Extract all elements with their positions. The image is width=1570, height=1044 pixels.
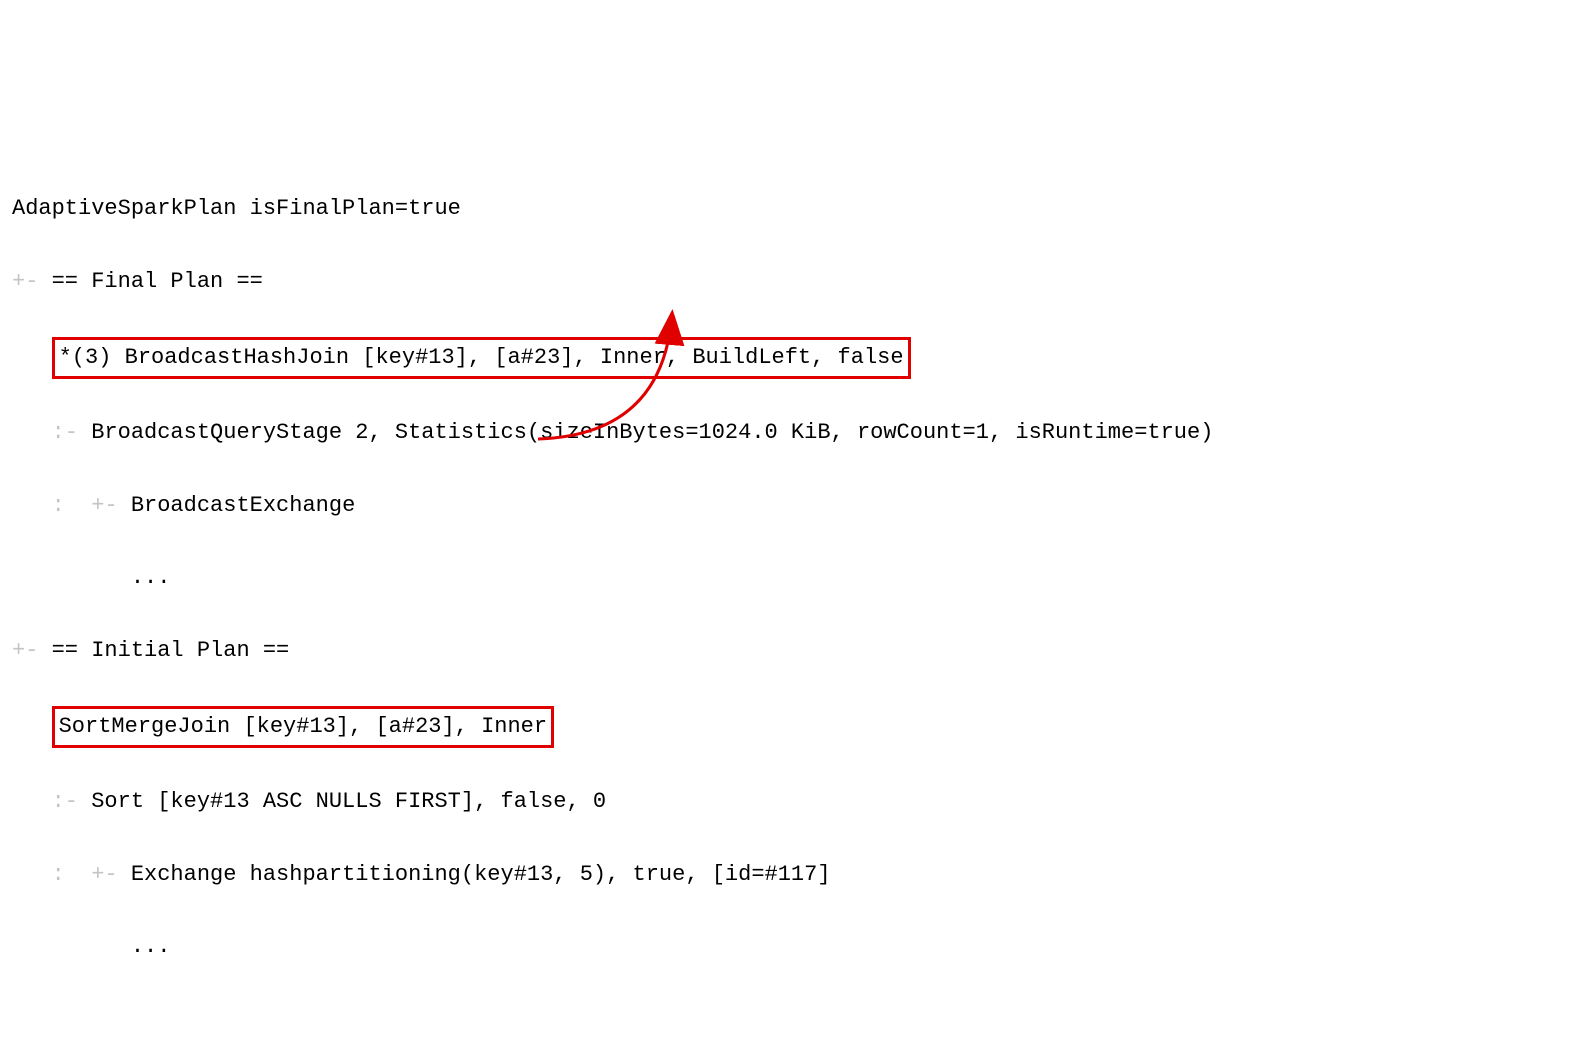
tree-connector: : +- (12, 493, 131, 518)
plan-line-sort: :- Sort [key#13 ASC NULLS FIRST], false,… (12, 784, 1558, 820)
tree-connector (12, 714, 52, 739)
plan-line-broadcast-join: *(3) BroadcastHashJoin [key#13], [a#23],… (12, 337, 1558, 379)
plan-line-ellipsis: ... (12, 560, 1558, 596)
plan-text: == Initial Plan == (52, 638, 290, 663)
highlight-broadcast-join: *(3) BroadcastHashJoin [key#13], [a#23],… (52, 337, 911, 379)
plan-text: BroadcastQueryStage 2, Statistics(sizeIn… (91, 420, 1213, 445)
query-plan-output: AdaptiveSparkPlan isFinalPlan=true +- ==… (12, 155, 1558, 1044)
plan-line-broadcast-exchange: : +- BroadcastExchange (12, 488, 1558, 524)
tree-connector: :- (12, 789, 91, 814)
plan-text: BroadcastExchange (131, 493, 355, 518)
plan-line-sortmerge-join: SortMergeJoin [key#13], [a#23], Inner (12, 706, 1558, 748)
plan-line-ellipsis-2: ... (12, 929, 1558, 965)
plan-text: Sort [key#13 ASC NULLS FIRST], false, 0 (91, 789, 606, 814)
plan-line-exchange: : +- Exchange hashpartitioning(key#13, 5… (12, 857, 1558, 893)
plan-text: == Final Plan == (52, 269, 263, 294)
plan-line-initial-header: +- == Initial Plan == (12, 633, 1558, 669)
tree-connector (12, 934, 131, 959)
tree-connector (12, 565, 131, 590)
plan-line-final-header: +- == Final Plan == (12, 264, 1558, 300)
highlight-sortmerge-join: SortMergeJoin [key#13], [a#23], Inner (52, 706, 554, 748)
plan-line-broadcast-stage: :- BroadcastQueryStage 2, Statistics(siz… (12, 415, 1558, 451)
tree-connector: +- (12, 269, 52, 294)
plan-line-root: AdaptiveSparkPlan isFinalPlan=true (12, 191, 1558, 227)
plan-text: Exchange hashpartitioning(key#13, 5), tr… (131, 862, 831, 887)
plan-text: AdaptiveSparkPlan isFinalPlan=true (12, 196, 461, 221)
tree-connector: :- (12, 420, 91, 445)
tree-connector: : +- (12, 862, 131, 887)
tree-connector: +- (12, 638, 52, 663)
plan-text: ... (131, 565, 171, 590)
plan-text: ... (131, 934, 171, 959)
tree-connector (12, 345, 52, 370)
